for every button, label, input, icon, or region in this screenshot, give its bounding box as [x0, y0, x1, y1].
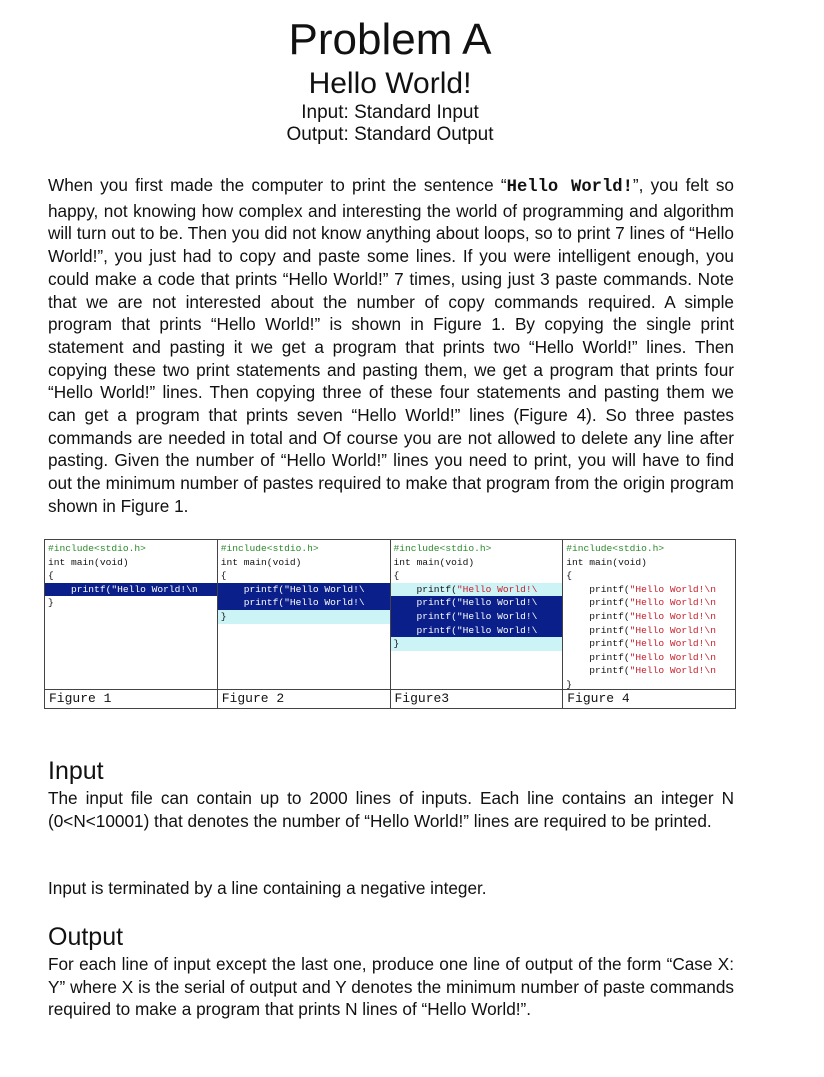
input-description: The input file can contain up to 2000 li… [48, 788, 734, 831]
output-spec: Output: Standard Output [286, 124, 494, 145]
code-line: { [393, 570, 400, 582]
code-call: printf( [566, 624, 630, 636]
problem-page: Problem A Hello World! Input: Standard I… [0, 0, 824, 1077]
code-string: "Hello World!\n [629, 651, 716, 663]
code-call: printf( [566, 610, 630, 622]
code-line: printf("Hello World!\ [390, 623, 563, 638]
code-line: printf("Hello World!\n [566, 637, 735, 651]
code-line: printf("Hello World!\n [566, 583, 735, 597]
code-call: printf( [566, 597, 630, 609]
code-line: } [390, 637, 563, 651]
code-line: printf("Hello World!\ [390, 596, 563, 610]
code-call: printf( [566, 651, 630, 663]
code-line: { [566, 570, 573, 582]
code-line: printf("Hello World!\n [45, 582, 217, 597]
code-string: "Hello World!\ [456, 583, 538, 595]
code-line: { [220, 570, 227, 582]
input-heading: Input [48, 757, 104, 785]
output-heading: Output [48, 923, 124, 951]
code-call: printf( [566, 665, 630, 677]
figure-caption: Figure 4 [563, 689, 735, 708]
code-string: "Hello World!\n [629, 597, 716, 609]
code-line: printf("Hello World!\ [217, 596, 390, 610]
code-line: printf("Hello World!\n [566, 664, 735, 678]
code-line: #include<stdio.h> [566, 543, 665, 554]
problem-statement: When you first made the computer to prin… [48, 174, 734, 518]
code-line: printf("Hello World!\n [566, 596, 735, 610]
code-line: printf("Hello World!\ [390, 609, 563, 624]
code-line: int main(void) [566, 556, 647, 568]
input-termination-note: Input is terminated by a line containing… [48, 878, 487, 898]
output-description: For each line of input except the last o… [48, 954, 734, 1020]
code-line: printf("Hello World!\n [566, 651, 735, 665]
code-line: printf("Hello World!\n [566, 610, 735, 624]
code-string: "Hello World!\n [629, 624, 716, 636]
code-string: "Hello World!\n [629, 665, 716, 677]
figure-panel: #include<stdio.h> int main(void) { printf(… [217, 540, 391, 708]
figure-caption: Figure 1 [45, 689, 217, 708]
figure-panel: #include<stdio.h> int main(void) { printf(… [390, 540, 564, 708]
code-line: { [48, 570, 54, 582]
code-line: int main(void) [48, 556, 129, 568]
code-line: } [566, 678, 573, 689]
problem-header: Problem A Hello World! Input: Standard I… [0, 14, 780, 146]
problem-subtitle: Hello World! [308, 67, 472, 100]
code-line: int main(void) [220, 556, 302, 568]
statement-part-2: ”, you felt so happy, not knowing how co… [48, 175, 734, 516]
statement-mono-text: Hello World! [506, 178, 633, 197]
code-listing: #include<stdio.h> int main(void) { printf(… [45, 540, 217, 689]
code-line: } [217, 609, 390, 624]
figure-panel: #include<stdio.h> int main(void) { printf(… [45, 540, 218, 708]
code-call: printf( [566, 638, 630, 650]
code-line: #include<stdio.h> [393, 543, 492, 554]
code-line: #include<stdio.h> [48, 543, 146, 554]
code-listing: #include<stdio.h> int main(void) { printf(… [390, 540, 563, 689]
code-line: printf("Hello World!\ [390, 582, 563, 597]
code-string: "Hello World!\n [629, 610, 716, 622]
code-listing: #include<stdio.h> int main(void) { printf(… [217, 540, 390, 689]
figure-panel: #include<stdio.h> int main(void) { printf(… [563, 540, 735, 708]
code-string: "Hello World!\n [629, 583, 716, 595]
code-listing: #include<stdio.h> int main(void) { printf(… [563, 540, 735, 689]
code-line: printf("Hello World!\ [217, 582, 390, 597]
code-call: printf( [566, 583, 630, 595]
problem-title: Problem A [288, 15, 492, 64]
figure-caption: Figure3 [390, 689, 563, 708]
code-string: "Hello World!\n [629, 638, 716, 650]
figure-caption: Figure 2 [217, 689, 390, 708]
code-line: int main(void) [393, 556, 475, 568]
figures-strip: #include<stdio.h> int main(void) { printf(… [44, 539, 736, 709]
code-line: } [48, 597, 54, 609]
statement-part-1: When you first made the computer to prin… [48, 175, 507, 195]
input-spec: Input: Standard Input [301, 102, 479, 123]
code-line: #include<stdio.h> [220, 543, 319, 554]
code-line: printf("Hello World!\n [566, 624, 735, 638]
code-call: printf( [393, 583, 457, 595]
